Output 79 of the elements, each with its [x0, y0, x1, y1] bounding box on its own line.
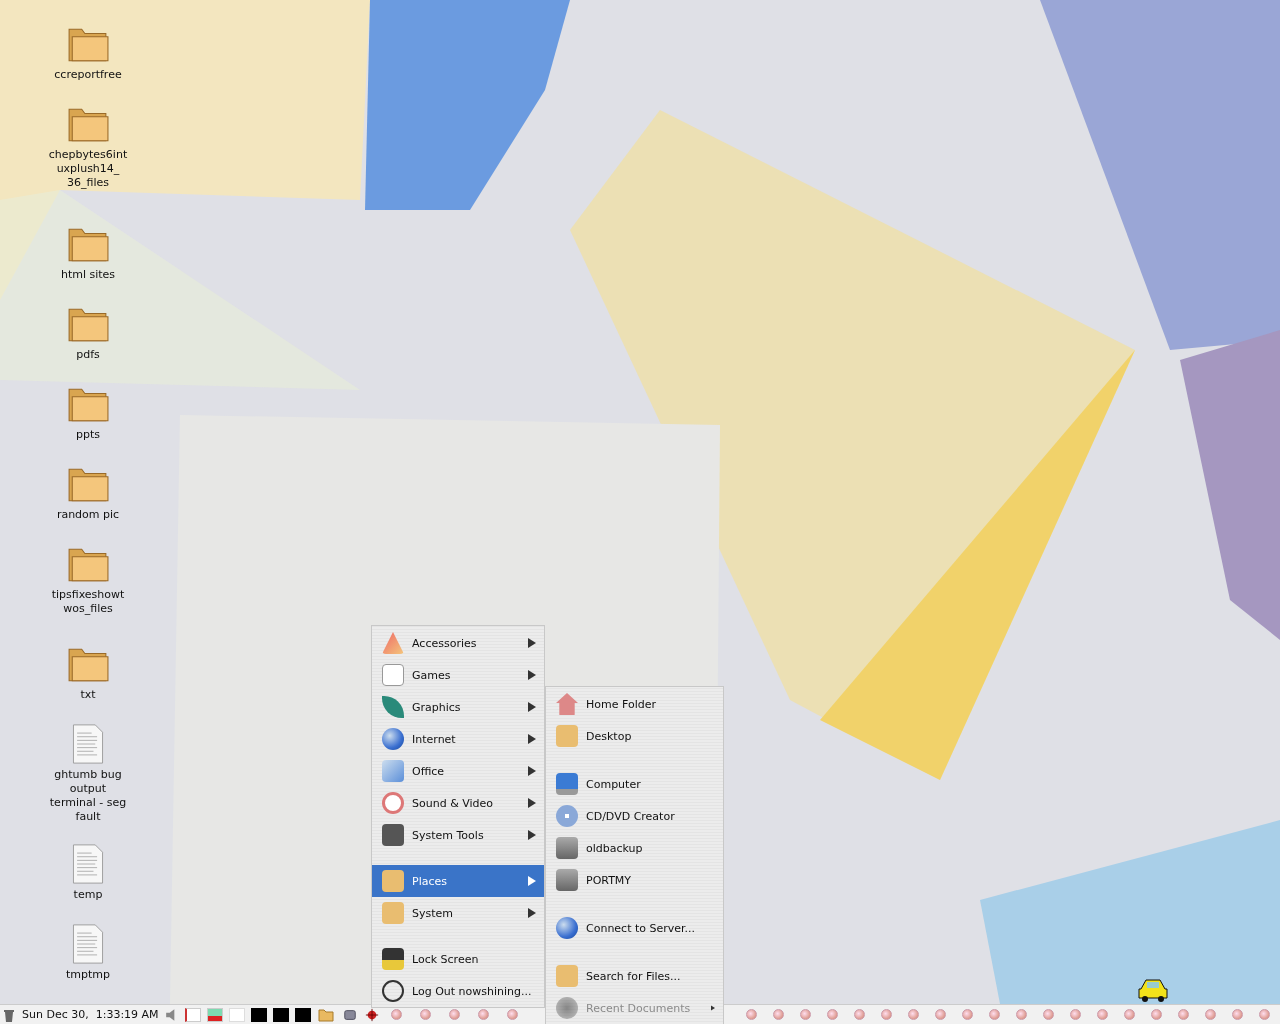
house-icon [556, 693, 578, 715]
menu-item[interactable]: Games [372, 659, 544, 691]
submenu-arrow-icon [528, 638, 536, 648]
file-label[interactable]: txt [48, 688, 128, 702]
menu-item[interactable]: CD/DVD Creator [546, 800, 723, 832]
launcher-dot-icon[interactable] [419, 1009, 431, 1020]
menu-item[interactable]: Places [372, 865, 544, 897]
launcher-dot-icon[interactable] [827, 1009, 838, 1020]
launcher-dot-icon[interactable] [935, 1009, 946, 1020]
monitor-icon [556, 773, 578, 795]
menu-item[interactable]: Desktop [546, 720, 723, 752]
menu-item[interactable]: Home Folder [546, 688, 723, 720]
menu-item[interactable]: Accessories [372, 627, 544, 659]
submenu-arrow-icon [528, 702, 536, 712]
submenu-arrow-icon [528, 670, 536, 680]
launcher-dot-icon[interactable] [1070, 1009, 1081, 1020]
launcher-dot-icon[interactable] [1043, 1009, 1054, 1020]
launcher-dot-icon[interactable] [1205, 1009, 1216, 1020]
submenu-arrow-icon [528, 908, 536, 918]
workspace-icon[interactable] [294, 1007, 311, 1022]
file-label[interactable]: chepbytes6int uxplush14_ 36_files [48, 148, 128, 190]
file-label[interactable]: tmptmp [48, 968, 128, 982]
launcher-dot-icon[interactable] [908, 1009, 919, 1020]
submenu-arrow-icon [528, 766, 536, 776]
file-label[interactable]: html sites [48, 268, 128, 282]
file-label[interactable]: pdfs [48, 348, 128, 362]
menu-item[interactable]: System Tools [372, 819, 544, 851]
launcher-dot-icon[interactable] [1097, 1009, 1108, 1020]
launcher-dot-icon[interactable] [1259, 1009, 1270, 1020]
menu-item[interactable]: Office [372, 755, 544, 787]
clock[interactable]: Sun Dec 30, 1:33:19 AM [22, 1008, 159, 1021]
file-label[interactable]: temp [48, 888, 128, 902]
file-label[interactable]: ppts [48, 428, 128, 442]
launcher-dot-icon[interactable] [746, 1009, 757, 1020]
submenu-arrow-icon [711, 1005, 715, 1011]
menu-item[interactable]: Search for Files... [546, 960, 723, 992]
launcher-dot-icon[interactable] [1151, 1009, 1162, 1020]
launcher-dot-icon[interactable] [1232, 1009, 1243, 1020]
launcher-dot-icon[interactable] [506, 1009, 518, 1020]
launcher-dot-icon[interactable] [1016, 1009, 1027, 1020]
load-graph-icon[interactable] [184, 1007, 201, 1022]
submenu-arrow-icon [528, 830, 536, 840]
menu-item[interactable]: Computer [546, 768, 723, 800]
launcher-dot-icon[interactable] [854, 1009, 865, 1020]
menu-item[interactable]: System [372, 897, 544, 929]
submenu-arrow-icon [528, 798, 536, 808]
menu-item[interactable]: Internet [372, 723, 544, 755]
globe-icon [382, 728, 404, 750]
disc-icon [556, 805, 578, 827]
launcher-dot-icon[interactable] [448, 1009, 460, 1020]
menu-item[interactable]: Log Out nowshining... [372, 975, 544, 1007]
launcher-dot-icon[interactable] [390, 1009, 402, 1020]
launcher-dot-icon[interactable] [881, 1009, 892, 1020]
launcher-dot-icon[interactable] [773, 1009, 784, 1020]
submenu-arrow-icon [528, 734, 536, 744]
submenu-arrow-icon [528, 876, 536, 886]
file-label[interactable]: ghtumb bug output terminal - seg fault [48, 768, 128, 824]
menu-item[interactable]: Graphics [372, 691, 544, 723]
bug-icon[interactable] [364, 1007, 379, 1022]
menu-item[interactable]: Sound & Video [372, 787, 544, 819]
menu-item[interactable]: oldbackup [546, 832, 723, 864]
file-label[interactable]: tipsfixeshowt wos_files [48, 588, 128, 616]
launcher-dot-icon[interactable] [1178, 1009, 1189, 1020]
file-label[interactable]: random pic [48, 508, 128, 522]
menu-item[interactable]: Lock Screen [372, 943, 544, 975]
launcher-dot-icon[interactable] [989, 1009, 1000, 1020]
launcher-dot-icon[interactable] [800, 1009, 811, 1020]
memory-graph-icon[interactable] [206, 1007, 223, 1022]
launcher-dot-icon[interactable] [1124, 1009, 1135, 1020]
launcher-dot-icon[interactable] [477, 1009, 489, 1020]
workspace-icon[interactable] [272, 1007, 289, 1022]
file-label[interactable]: ccreportfree [48, 68, 128, 82]
workspace-icon[interactable] [250, 1007, 267, 1022]
menu-item[interactable]: Connect to Server... [546, 912, 723, 944]
car-icon[interactable] [1137, 977, 1169, 1003]
globe-icon [556, 917, 578, 939]
trash-icon[interactable] [2, 1007, 16, 1022]
menu-item[interactable]: PORTMY [546, 864, 723, 896]
launcher-dot-icon[interactable] [962, 1009, 973, 1020]
